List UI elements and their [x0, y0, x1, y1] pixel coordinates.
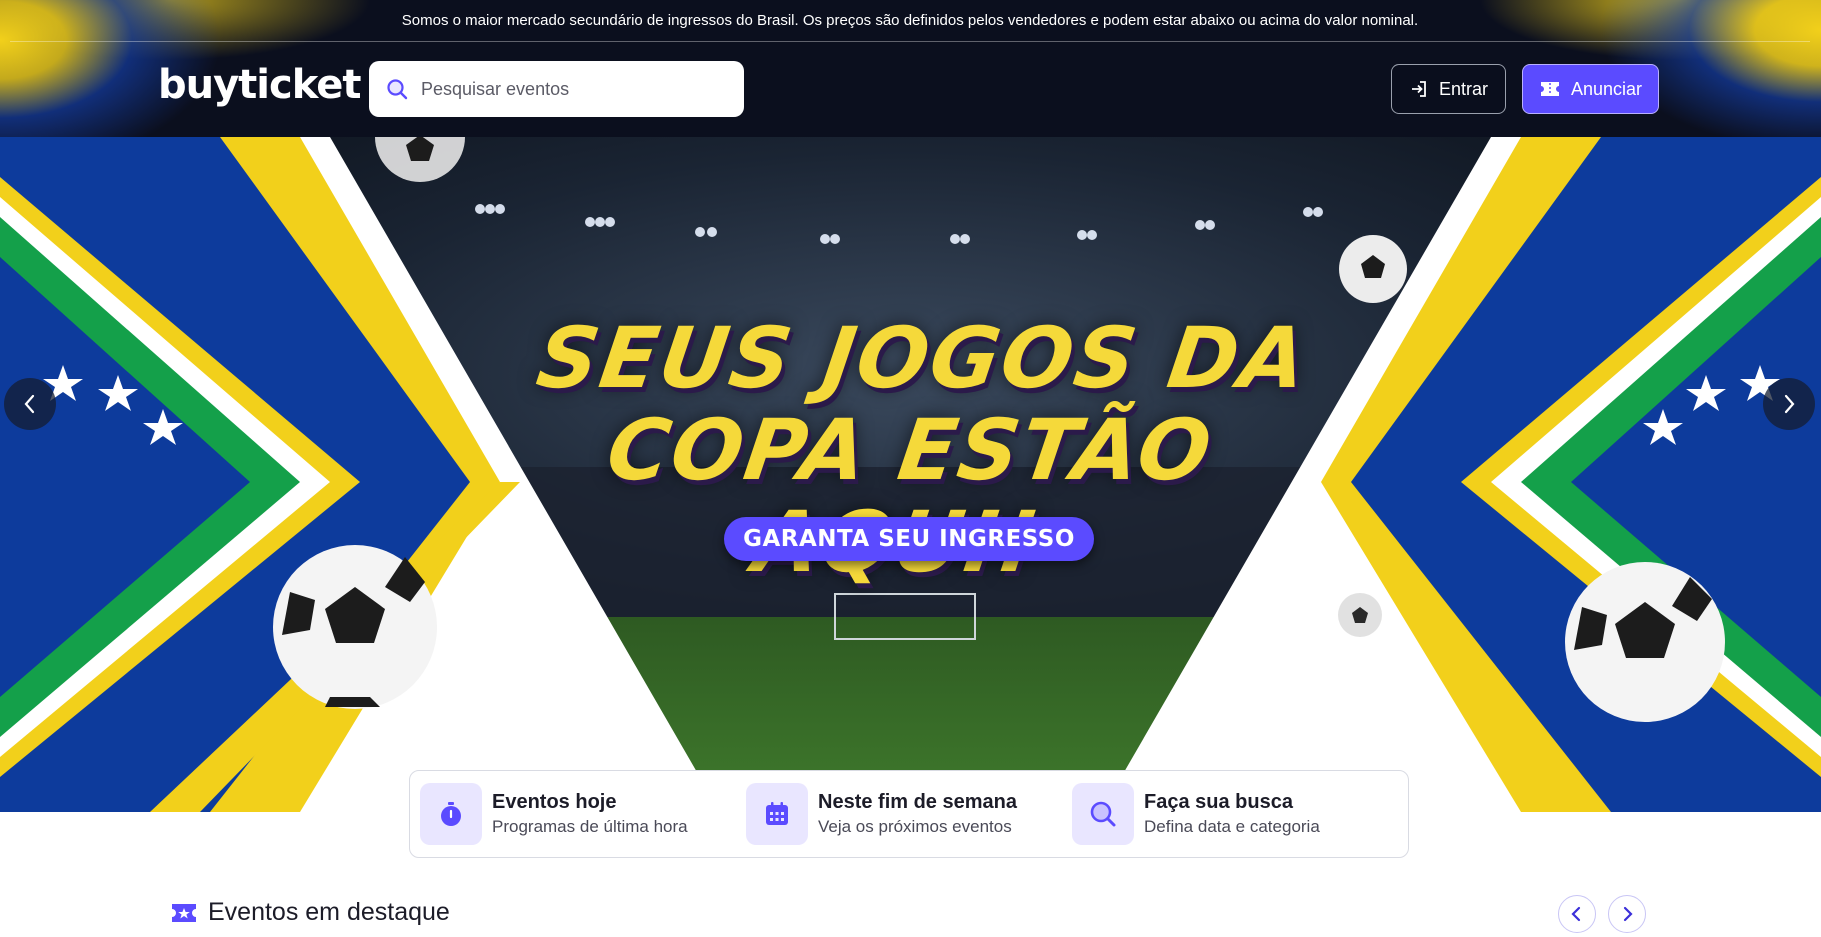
- search-icon: [387, 79, 408, 100]
- carousel-next-button[interactable]: [1763, 378, 1815, 430]
- carousel-prev-button[interactable]: [4, 378, 56, 430]
- quick-link-title: Faça sua busca: [1144, 791, 1293, 813]
- quick-link-weekend[interactable]: Neste fim de semana Veja os próximos eve…: [746, 783, 1072, 845]
- buyticket-logo[interactable]: buyticket: [158, 62, 362, 108]
- quick-link-search[interactable]: Faça sua busca Defina data e categoria: [1072, 783, 1398, 845]
- quick-link-today[interactable]: Eventos hoje Programas de última hora: [420, 783, 746, 845]
- featured-next-button[interactable]: [1608, 895, 1646, 933]
- quick-link-title: Neste fim de semana: [818, 791, 1017, 813]
- calendar-icon: [746, 783, 808, 845]
- announcement-text: Somos o maior mercado secundário de ingr…: [401, 12, 1419, 29]
- search-input[interactable]: [421, 61, 731, 117]
- advertise-label: Anunciar: [1570, 78, 1643, 99]
- featured-events-title: Eventos em destaque: [208, 898, 450, 926]
- soccer-ball-right: [1565, 562, 1725, 722]
- stopwatch-icon: [420, 783, 482, 845]
- login-label: Entrar: [1438, 78, 1489, 99]
- site-header: Somos o maior mercado secundário de ingr…: [0, 0, 1821, 137]
- quick-links-card: Eventos hoje Programas de última hora Ne…: [409, 770, 1409, 858]
- quick-link-subtitle: Programas de última hora: [492, 817, 688, 836]
- ticket-star-icon: [172, 903, 196, 922]
- ticket-icon: [1540, 82, 1559, 96]
- chevron-left-icon: [1571, 906, 1581, 922]
- search-box[interactable]: [369, 61, 744, 117]
- quick-link-subtitle: Defina data e categoria: [1144, 817, 1320, 836]
- login-icon: [1411, 81, 1426, 97]
- featured-events-header: Eventos em destaque: [170, 898, 450, 927]
- soccer-ball-small-right: [1339, 235, 1407, 303]
- login-button[interactable]: Entrar: [1391, 64, 1506, 114]
- hero-headline-line1: SEUS JOGOS DA: [531, 309, 1315, 407]
- quick-link-subtitle: Veja os próximos eventos: [818, 817, 1012, 836]
- announcement-bar: Somos o maior mercado secundário de ingr…: [10, 0, 1810, 42]
- chevron-right-icon: [1784, 394, 1795, 414]
- quick-link-title: Eventos hoje: [492, 791, 617, 813]
- featured-prev-button[interactable]: [1558, 895, 1596, 933]
- soccer-ball-left: [273, 545, 437, 709]
- search-icon: [1072, 783, 1134, 845]
- hero-banner[interactable]: SEUS JOGOS DA COPA ESTÃO AQUI! GARANTA S…: [0, 137, 1821, 812]
- chevron-right-icon: [1623, 906, 1633, 922]
- chevron-left-icon: [24, 394, 35, 414]
- advertise-button[interactable]: Anunciar: [1522, 64, 1659, 114]
- soccer-ball-far: [1338, 593, 1382, 637]
- hero-cta-button[interactable]: GARANTA SEU INGRESSO: [724, 517, 1094, 561]
